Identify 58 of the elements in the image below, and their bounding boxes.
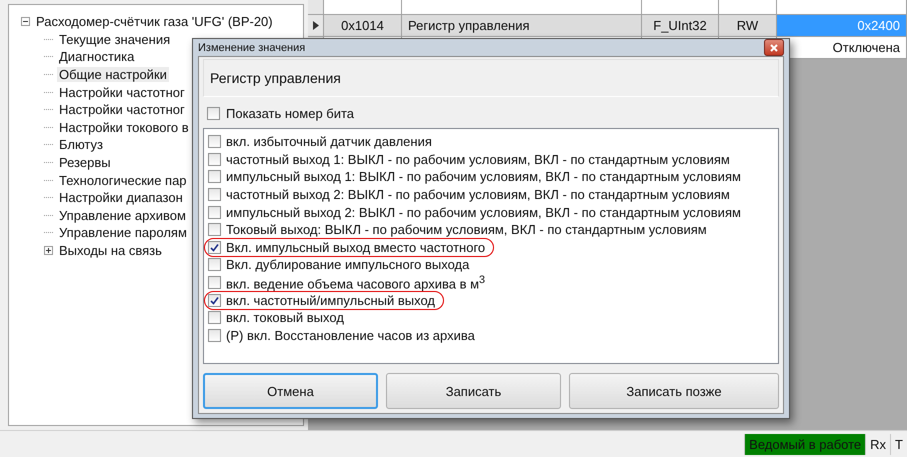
checkbox-label: (P) вкл. Восстановление часов из архива — [226, 328, 475, 343]
checkbox-label: вкл. токовый выход — [226, 310, 344, 326]
checkbox[interactable] — [208, 152, 221, 166]
tree-item[interactable]: Расходомер-счётчик газа 'UFG' (BP-20) — [34, 14, 275, 30]
expand-icon[interactable] — [44, 246, 53, 256]
dialog-button[interactable]: Записать — [386, 373, 561, 409]
table-cell: F_UInt32 — [642, 15, 719, 37]
checkbox[interactable] — [208, 258, 221, 272]
checkbox-label: Вкл. дублирование импульсного выхода — [226, 257, 470, 272]
checkbox[interactable] — [208, 206, 221, 219]
checkbox[interactable] — [208, 223, 221, 236]
checkbox[interactable] — [208, 170, 221, 184]
tree-item[interactable]: Общие настройки — [57, 67, 169, 82]
tree-item[interactable]: Настройки токового в — [57, 120, 191, 135]
tree-item[interactable]: Настройки частотног — [57, 84, 187, 100]
tree-item[interactable]: Резервы — [57, 155, 113, 170]
tree-item[interactable]: Управление архивом — [57, 208, 188, 223]
tree-item[interactable]: Диагностика — [57, 49, 136, 64]
table-cell: Отключена — [777, 37, 907, 59]
tree-item[interactable]: Блютуз — [57, 137, 105, 152]
checkbox[interactable] — [208, 276, 221, 290]
checkbox-label: частотный выход 1: ВЫКЛ - по рабочим условиям, ВКЛ - по стандартным условиям — [226, 152, 730, 167]
dialog-button[interactable]: Записать позже — [569, 373, 779, 409]
close-button[interactable] — [764, 39, 784, 56]
checkbox[interactable] — [208, 240, 221, 254]
dialog-title: Изменение значения — [198, 42, 306, 54]
tree-item[interactable]: Настройки частотног — [57, 102, 187, 118]
checkbox[interactable] — [208, 311, 221, 324]
tree-item[interactable]: Выходы на связь — [57, 243, 164, 258]
checkbox-label: Показать номер бита — [226, 106, 354, 120]
tree-item[interactable]: Управление паролям — [57, 225, 189, 240]
checkbox-label: импульсный выход 1: ВЫКЛ - по рабочим условиям, ВКЛ - по стандартным условиям — [226, 169, 741, 184]
checkbox-label: Вкл. импульсный выход вместо частотного — [226, 240, 486, 255]
checkbox-label: вкл. избыточный датчик давления — [226, 134, 432, 150]
table-cell: Регистр управления — [402, 15, 642, 37]
row-header[interactable] — [308, 15, 324, 37]
collapse-icon[interactable] — [21, 17, 30, 26]
checkbox-label: Токовый выход: ВЫКЛ - по рабочим условиям, ВКЛ - по стандартным условиям — [226, 222, 707, 238]
checkbox-label: частотный выход 2: ВЫКЛ - по рабочим условиям, ВКЛ - по стандартным условиям — [226, 187, 730, 202]
status-panel: Ведомый в работе — [744, 434, 866, 455]
checkbox[interactable] — [207, 106, 220, 120]
current-row-icon — [312, 21, 318, 30]
checkbox-label: вкл. частотный/импульсный выход — [226, 292, 435, 308]
table-cell: 0x1014 — [324, 15, 402, 37]
close-icon — [770, 44, 778, 52]
tree-item[interactable]: Технологические пар — [57, 172, 189, 188]
checkbox[interactable] — [208, 294, 221, 307]
register-name: Регистр управления — [203, 59, 779, 97]
checkbox[interactable] — [208, 328, 221, 342]
table-cell: 0x2400 — [777, 15, 907, 37]
tree-item[interactable]: Настройки диапазон — [57, 190, 185, 206]
checkbox-label: импульсный выход 2: ВЫКЛ - по рабочим условиям, ВКЛ - по стандартным условиям — [226, 204, 741, 220]
checkbox-label: вкл. ведение объема часового архива в м$^{3}$ — [226, 274, 486, 292]
tree-item[interactable]: Текущие значения — [57, 32, 172, 47]
table-cell: RW — [719, 15, 777, 37]
dialog-button[interactable]: Отмена — [203, 373, 378, 409]
checkbox[interactable] — [208, 135, 221, 148]
checkbox[interactable] — [208, 188, 221, 202]
